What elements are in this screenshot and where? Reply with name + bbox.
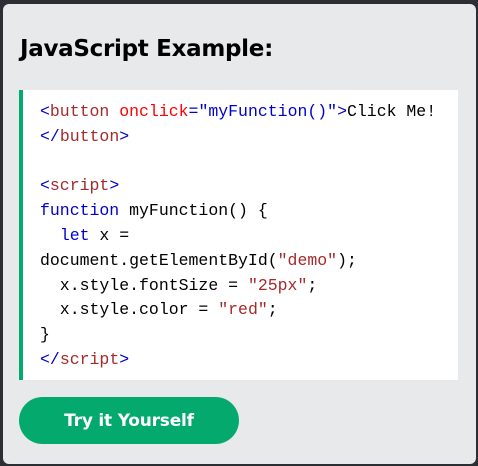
code-token: > bbox=[119, 349, 130, 369]
code-token: myFunction() { bbox=[119, 201, 268, 221]
code-token: </ bbox=[40, 126, 60, 146]
code-token: } bbox=[40, 325, 50, 345]
code-token: "demo" bbox=[277, 250, 338, 270]
code-token: > bbox=[109, 176, 120, 196]
code-token: ; bbox=[267, 300, 278, 320]
code-token: ; bbox=[307, 275, 318, 295]
code-token: < bbox=[40, 102, 50, 121]
code-token: x.style.color = bbox=[40, 300, 219, 320]
code-token: "myFunction()" bbox=[198, 102, 338, 121]
code-token: script bbox=[49, 176, 110, 196]
code-token: onclick bbox=[109, 102, 189, 121]
code-token: x.style.fontSize = bbox=[40, 275, 248, 295]
example-card: JavaScript Example: <button onclick="myF… bbox=[3, 4, 476, 464]
code-token: < bbox=[40, 176, 50, 196]
code-token: "red" bbox=[218, 300, 268, 320]
code-token: x = bbox=[89, 225, 130, 245]
code-token: button bbox=[49, 102, 110, 121]
code-text: <button onclick="myFunction()">Click Me!… bbox=[40, 100, 436, 373]
code-token: </ bbox=[40, 349, 60, 369]
code-token: script bbox=[59, 349, 120, 369]
code-token: document.getElementById( bbox=[40, 250, 278, 270]
try-it-yourself-button[interactable]: Try it Yourself bbox=[19, 397, 239, 444]
example-heading: JavaScript Example: bbox=[20, 36, 273, 62]
code-token: Click Me! bbox=[346, 102, 437, 121]
code-token: function bbox=[40, 201, 120, 221]
code-token: > bbox=[119, 126, 130, 146]
code-token: = bbox=[188, 102, 199, 121]
code-token: ); bbox=[337, 250, 357, 270]
code-token: > bbox=[337, 102, 347, 121]
code-token: let bbox=[59, 225, 90, 245]
code-token: button bbox=[59, 126, 120, 146]
code-token: "25px" bbox=[247, 275, 308, 295]
code-block: <button onclick="myFunction()">Click Me!… bbox=[19, 90, 458, 380]
